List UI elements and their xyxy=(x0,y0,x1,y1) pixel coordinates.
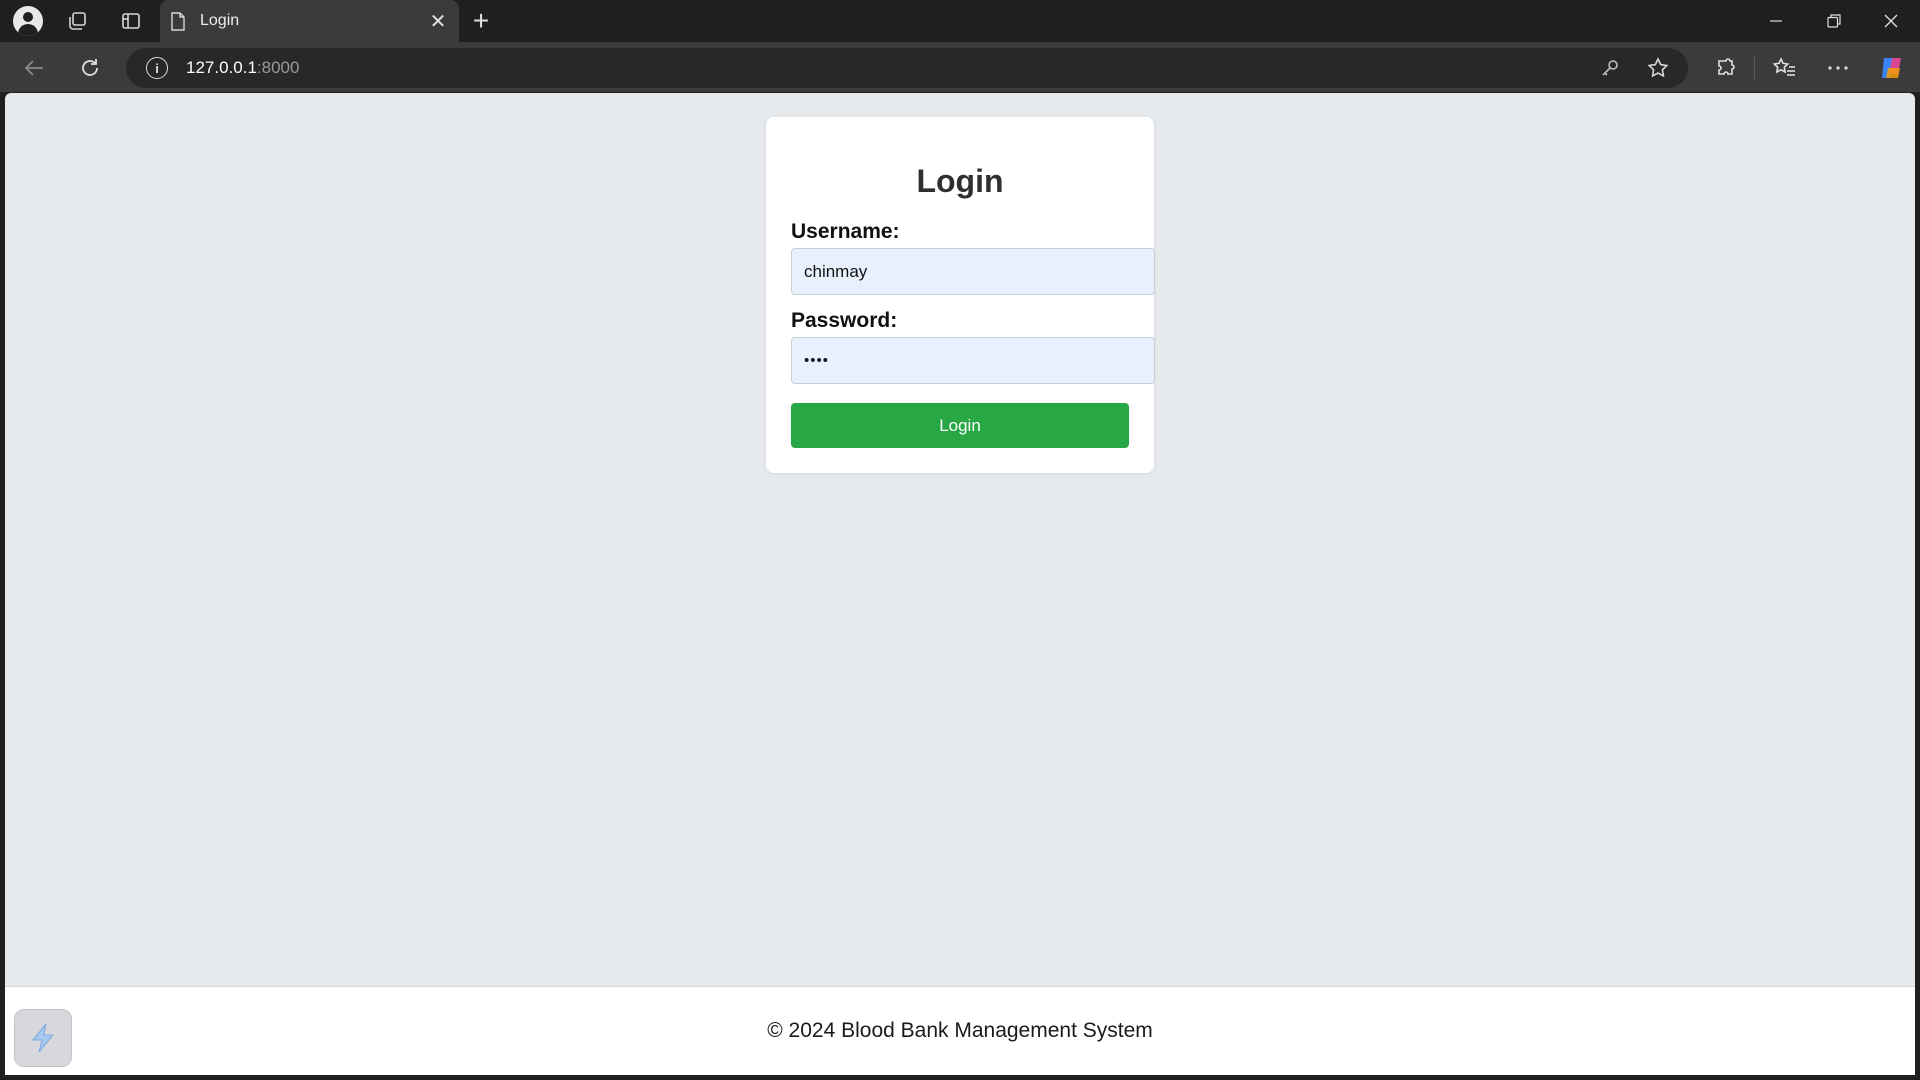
close-tab-icon[interactable]: ✕ xyxy=(423,6,453,36)
toolbar-separator xyxy=(1754,56,1755,80)
password-key-icon[interactable] xyxy=(1596,54,1624,82)
profile-avatar-icon[interactable] xyxy=(12,5,44,37)
back-arrow-icon[interactable] xyxy=(16,50,52,86)
close-window-icon[interactable] xyxy=(1862,0,1920,42)
site-info-icon[interactable]: i xyxy=(146,57,168,79)
address-bar[interactable]: i 127.0.0.1:8000 xyxy=(126,48,1688,88)
tab-title: Login xyxy=(200,12,240,29)
page-footer: © 2024 Blood Bank Management System xyxy=(5,986,1915,1075)
url-text: 127.0.0.1:8000 xyxy=(186,58,299,78)
minimize-icon[interactable] xyxy=(1747,0,1805,42)
page-viewport: Login Username: chinmay Password: •••• L… xyxy=(5,93,1915,1075)
username-input[interactable]: chinmay xyxy=(791,248,1155,295)
extensions-icon[interactable] xyxy=(1708,50,1744,86)
url-port: :8000 xyxy=(256,58,300,77)
more-menu-icon[interactable] xyxy=(1820,50,1856,86)
page-icon xyxy=(171,11,185,31)
favorites-icon[interactable] xyxy=(1766,50,1802,86)
login-title: Login xyxy=(916,163,1004,199)
password-label: Password: xyxy=(791,309,898,332)
username-label: Username: xyxy=(791,220,900,243)
workspaces-icon[interactable] xyxy=(62,6,92,36)
browser-tab-login[interactable]: Login ✕ xyxy=(160,0,459,42)
login-button[interactable]: Login xyxy=(791,403,1129,448)
url-host: 127.0.0.1 xyxy=(186,58,257,77)
browser-toolbar: i 127.0.0.1:8000 xyxy=(0,42,1920,92)
login-card: Login Username: chinmay Password: •••• L… xyxy=(766,117,1155,473)
password-input[interactable]: •••• xyxy=(791,337,1155,384)
restore-icon[interactable] xyxy=(1805,0,1863,42)
favorite-star-icon[interactable] xyxy=(1644,54,1672,82)
reload-icon[interactable] xyxy=(72,50,108,86)
copilot-icon[interactable] xyxy=(1874,50,1910,86)
browser-titlebar: Login ✕ + xyxy=(0,0,1920,42)
vertical-tabs-icon[interactable] xyxy=(116,6,146,36)
new-tab-icon[interactable]: + xyxy=(466,5,496,36)
footer-copyright: © 2024 Blood Bank Management System xyxy=(767,1019,1153,1042)
